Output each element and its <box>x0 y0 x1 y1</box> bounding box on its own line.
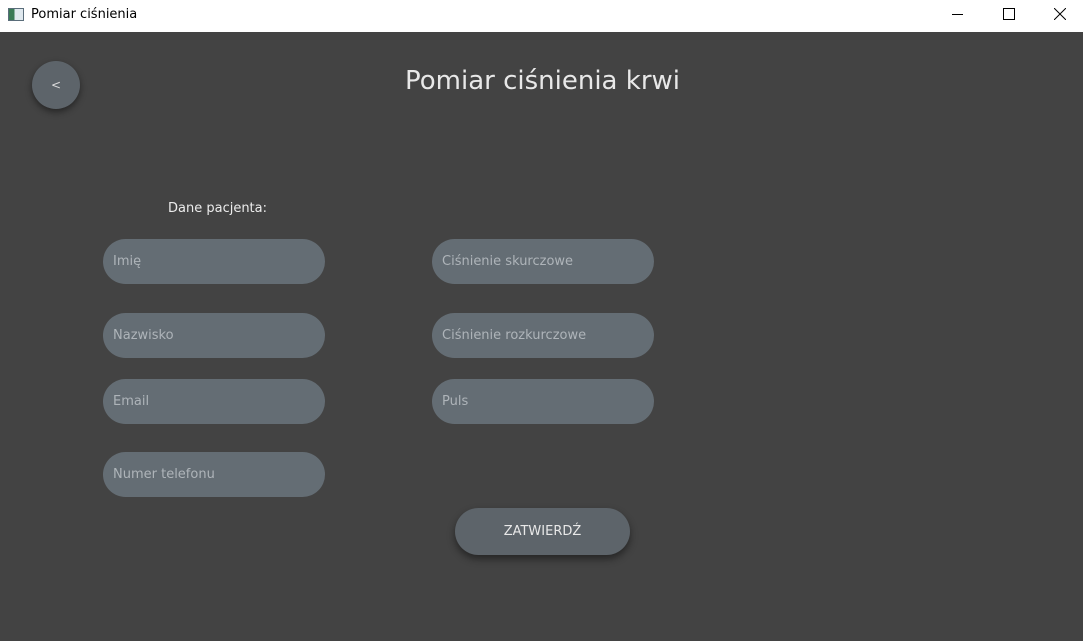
systolic-pressure-input[interactable] <box>432 239 654 284</box>
maximize-button[interactable] <box>986 0 1032 30</box>
last-name-input[interactable] <box>103 313 325 358</box>
page-title: Pomiar ciśnienia krwi <box>405 66 680 96</box>
app-window-icon <box>8 8 24 21</box>
first-name-input[interactable] <box>103 239 325 284</box>
page-title-container: Pomiar ciśnienia krwi <box>0 64 1083 98</box>
patient-data-label: Dane pacjenta: <box>168 201 268 216</box>
phone-input[interactable] <box>103 452 325 497</box>
submit-button[interactable]: ZATWIERDŹ <box>455 508 630 555</box>
minimize-button[interactable] <box>935 0 981 30</box>
pulse-input[interactable] <box>432 379 654 424</box>
app-window: Pomiar ciśnienia < Pomiar ciśnienia krwi… <box>0 0 1083 641</box>
title-bar: Pomiar ciśnienia <box>0 0 1083 32</box>
minimize-icon <box>952 14 963 15</box>
email-input[interactable] <box>103 379 325 424</box>
close-icon <box>1054 8 1066 20</box>
diastolic-pressure-input[interactable] <box>432 313 654 358</box>
window-title: Pomiar ciśnienia <box>31 7 138 22</box>
maximize-icon <box>1003 8 1015 20</box>
close-button[interactable] <box>1037 0 1083 30</box>
